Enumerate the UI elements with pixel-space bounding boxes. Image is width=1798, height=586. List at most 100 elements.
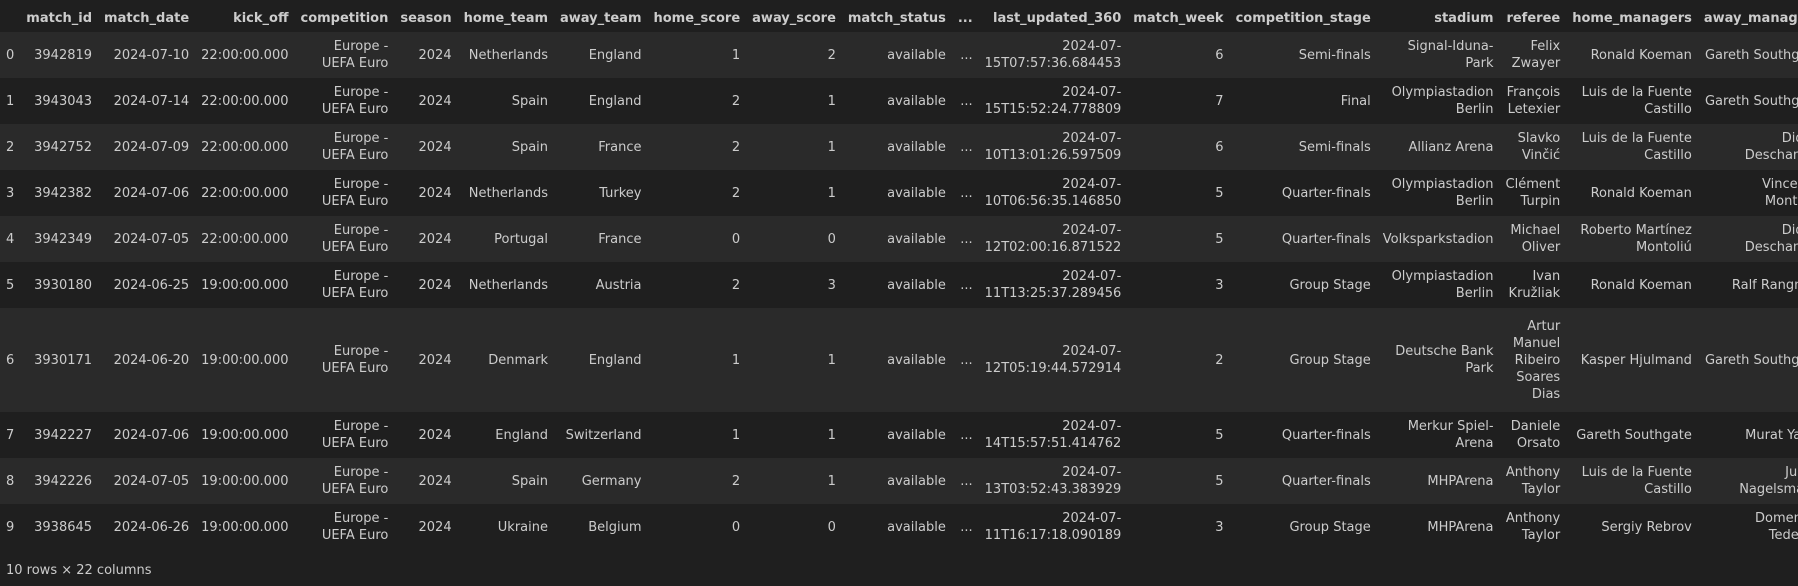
table-cell: Olympiastadion Berlin — [1391, 177, 1494, 209]
table-cell: available — [887, 231, 946, 247]
table-cell: 3943043 — [34, 93, 93, 109]
table-cell: 2024-07-06 — [113, 427, 190, 443]
table-cell: Europe - UEFA Euro — [321, 419, 389, 451]
row-index: 8 — [6, 473, 15, 489]
table-cell: Group Stage — [1289, 277, 1371, 293]
table-cell: 1 — [827, 352, 836, 368]
table-cell: 19:00:00.000 — [201, 352, 289, 368]
table-row: 1 3943043 2024-07-14 22:00:00.000 Europe - U… — [0, 78, 1798, 124]
table-cell: Luis de la Fuente Castillo — [1581, 465, 1692, 497]
table-cell: Semi-finals — [1298, 139, 1371, 155]
table-cell: available — [887, 519, 946, 535]
table-row: 8 3942226 2024-07-05 19:00:00.000 Europe - U… — [0, 458, 1798, 504]
table-row: 4 3942349 2024-07-05 22:00:00.000 Europe - U… — [0, 216, 1798, 262]
table-cell: 3942752 — [34, 139, 93, 155]
table-cell: France — [598, 139, 642, 155]
table-cell: François Letexier — [1506, 85, 1561, 117]
row-index: 0 — [6, 47, 15, 63]
table-cell: Germany — [581, 473, 642, 489]
table-cell: available — [887, 277, 946, 293]
table-cell: 2024-07-15T07:57:36.684453 — [984, 39, 1122, 71]
table-cell: Netherlands — [468, 277, 549, 293]
table-cell: Roberto Martínez Montoliú — [1580, 223, 1692, 255]
table-cell: 2024-07-12T02:00:16.871522 — [984, 223, 1122, 255]
table-cell: 2024-07-14T15:57:51.414762 — [984, 419, 1122, 451]
table-cell: 2024-07-10T06:56:35.146850 — [984, 177, 1122, 209]
table-cell: Gareth Southgate — [1704, 47, 1798, 63]
table-cell: 2 — [1215, 352, 1224, 368]
table-cell: Europe - UEFA Euro — [321, 85, 389, 117]
table-cell: Signal-Iduna-Park — [1407, 39, 1494, 71]
table-cell: 3942227 — [34, 427, 93, 443]
column-header: home_team — [463, 10, 549, 26]
table-cell: 22:00:00.000 — [201, 47, 289, 63]
table-cell: 3938645 — [34, 519, 93, 535]
table-cell: available — [887, 47, 946, 63]
table-row: 5 3930180 2024-06-25 19:00:00.000 Europe - U… — [0, 262, 1798, 308]
table-cell: 2024-07-05 — [113, 473, 190, 489]
table-body: 0 3942819 2024-07-10 22:00:00.000 Europe - U… — [0, 32, 1798, 550]
table-cell: 0 — [827, 231, 836, 247]
table-cell: Group Stage — [1289, 352, 1371, 368]
column-header: last_updated_360 — [992, 10, 1122, 26]
column-header: ... — [957, 10, 973, 26]
row-index: 3 — [6, 185, 15, 201]
row-index: 6 — [6, 352, 15, 368]
row-index: 1 — [6, 93, 15, 109]
table-cell: England — [495, 427, 549, 443]
table-cell: Europe - UEFA Euro — [321, 511, 389, 543]
table-cell: 2024 — [418, 519, 452, 535]
table-cell: Ronald Koeman — [1590, 185, 1692, 201]
table-cell: Olympiastadion Berlin — [1391, 85, 1494, 117]
table-cell: ... — [960, 185, 973, 201]
table-cell: Spain — [511, 473, 549, 489]
table-cell: 2024-07-12T05:19:44.572914 — [984, 344, 1122, 376]
table-cell: 2 — [731, 139, 741, 155]
column-header: referee — [1506, 10, 1561, 26]
table-cell: Group Stage — [1289, 519, 1371, 535]
table-cell: 19:00:00.000 — [201, 427, 289, 443]
table-cell: Quarter-finals — [1281, 473, 1371, 489]
table-cell: 7 — [1215, 93, 1224, 109]
dataframe-output: match_id match_date kick_off competition sea… — [0, 0, 1798, 586]
table-cell: 2024-07-13T03:52:43.383929 — [984, 465, 1122, 497]
table-cell: 2024 — [418, 473, 452, 489]
table-cell: Europe - UEFA Euro — [321, 131, 389, 163]
table-cell: Netherlands — [468, 185, 549, 201]
table-cell: Daniele Orsato — [1510, 419, 1561, 451]
column-header: season — [400, 10, 452, 26]
row-index: 5 — [6, 277, 15, 293]
table-cell: 2024-06-20 — [113, 352, 190, 368]
table-cell: ... — [960, 277, 973, 293]
table-cell: Didier Deschamps — [1744, 131, 1798, 163]
table-cell: Europe - UEFA Euro — [321, 344, 389, 376]
column-header: match_week — [1133, 10, 1224, 26]
table-cell: Final — [1340, 93, 1371, 109]
table-cell: France — [598, 231, 642, 247]
table-cell: 22:00:00.000 — [201, 185, 289, 201]
table-cell: 2024-07-14 — [113, 93, 190, 109]
table-cell: Julian Nagelsmann — [1739, 465, 1798, 497]
table-cell: 2024-07-06 — [113, 185, 190, 201]
table-cell: 1 — [827, 473, 836, 489]
table-cell: ... — [960, 473, 973, 489]
column-header: competition_stage — [1235, 10, 1371, 26]
table-cell: ... — [960, 519, 973, 535]
table-cell: Spain — [511, 93, 549, 109]
table-cell: 3 — [827, 277, 836, 293]
table-cell: 22:00:00.000 — [201, 93, 289, 109]
table-cell: 22:00:00.000 — [201, 231, 289, 247]
table-cell: Didier Deschamps — [1744, 223, 1798, 255]
column-header: home_managers — [1572, 10, 1692, 26]
table-cell: 2 — [731, 185, 741, 201]
table-cell: 2024 — [418, 47, 452, 63]
table-cell: 2024 — [418, 427, 452, 443]
table-cell: Quarter-finals — [1281, 231, 1371, 247]
table-cell: 2024 — [418, 139, 452, 155]
table-cell: available — [887, 185, 946, 201]
table-cell: 2024-06-25 — [113, 277, 190, 293]
table-cell: 19:00:00.000 — [201, 277, 289, 293]
table-cell: 2024 — [418, 352, 452, 368]
column-header: away_team — [560, 10, 642, 26]
table-cell: Kasper Hjulmand — [1580, 352, 1692, 368]
